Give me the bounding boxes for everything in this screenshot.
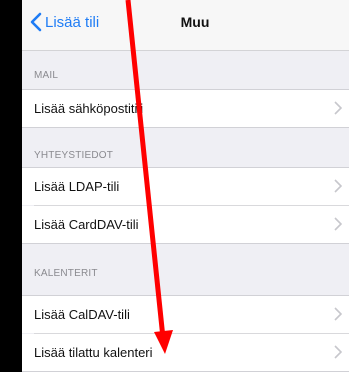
chevron-right-icon [334,345,343,364]
section-header-mail: MAIL [34,70,59,81]
row-label: Lisää LDAP-tili [34,179,120,194]
chevron-right-icon [334,217,343,236]
divider [22,127,349,128]
page-title: Muu [180,14,210,30]
chevron-right-icon [334,101,343,120]
row-add-email-account[interactable]: Lisää sähköpostitili [22,90,349,127]
row-label: Lisää tilattu kalenteri [34,345,153,360]
navigation-bar: Lisää tili Muu [22,0,349,51]
row-add-caldav-account[interactable]: Lisää CalDAV-tili [22,296,349,333]
divider [22,243,349,244]
row-add-carddav-account[interactable]: Lisää CardDAV-tili [22,206,349,243]
row-label: Lisää sähköpostitili [34,101,144,116]
section-header-contacts: YHTEYSTIEDOT [34,150,114,161]
chevron-right-icon [334,179,343,198]
row-add-subscribed-calendar[interactable]: Lisää tilattu kalenteri [22,334,349,371]
section-header-calendars: KALENTERIT [34,268,98,279]
row-add-ldap-account[interactable]: Lisää LDAP-tili [22,168,349,205]
row-label: Lisää CalDAV-tili [34,307,130,322]
row-label: Lisää CardDAV-tili [34,217,139,232]
chevron-right-icon [334,307,343,326]
settings-screen: Lisää tili Muu MAIL Lisää sähköpostitili… [22,0,349,372]
